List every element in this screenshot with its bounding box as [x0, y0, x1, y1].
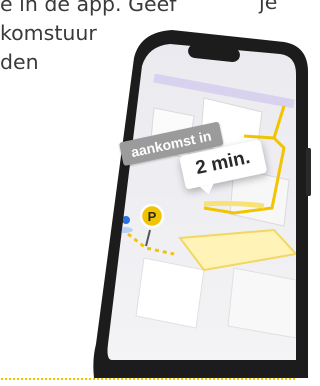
route-highlight	[203, 200, 265, 209]
phone-mockup: P aankomst in 2 min.	[84, 8, 320, 378]
intro-line-3: den	[0, 50, 39, 74]
dotted-divider	[0, 376, 297, 382]
intro-line-2: komstuur	[0, 21, 97, 45]
map-building	[227, 267, 296, 339]
map-building	[135, 257, 205, 329]
bubble-tail	[199, 183, 216, 196]
phone-side-button	[306, 148, 311, 196]
